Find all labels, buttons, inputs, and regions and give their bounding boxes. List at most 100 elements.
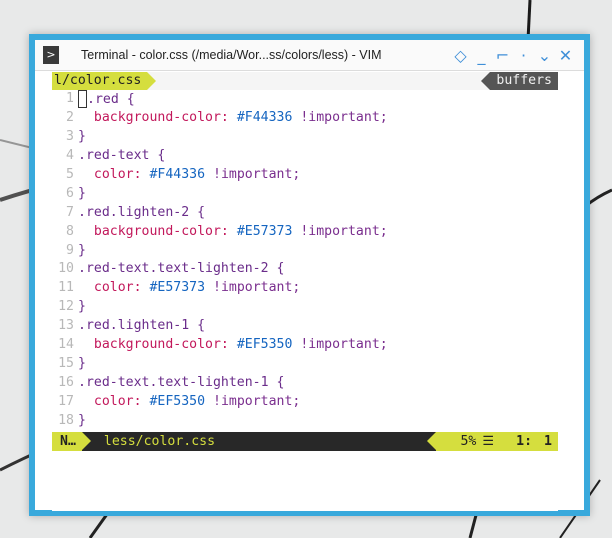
code-line[interactable]: 1 .red { [52,90,558,109]
css-selector: } [78,185,86,201]
css-important: !important; [300,337,388,353]
line-number: 18 [58,412,74,428]
terminal-window: > Terminal - color.css (/media/Wor...ss/… [29,34,590,516]
code-line[interactable]: 11 color: #E57373 !important; [52,279,558,298]
percent-indicator: 5% [460,433,477,449]
css-important: !important; [300,223,388,239]
line-text: .red-text.text-lighten-1 { [78,374,284,393]
css-selector: } [78,412,86,428]
code-line[interactable]: 7 .red.lighten-2 { [52,204,558,223]
css-selector: } [78,356,86,372]
rollup-icon[interactable]: ⌄ [534,46,555,65]
text-cursor [78,90,87,108]
css-selector: } [78,299,86,315]
css-value: #E57373 [149,280,206,296]
css-value: #EF5350 [236,337,293,353]
code-line[interactable]: 4 .red-text { [52,147,558,166]
code-line[interactable]: 17 color: #EF5350 !important; [52,393,558,412]
close-icon[interactable]: ✕ [555,46,576,65]
line-text: color: #F44336 !important; [78,166,300,185]
css-property: background-color: [93,223,229,239]
vim-editor[interactable]: l/color.css buffers 1 .red { 2 background-… [52,72,558,511]
code-line[interactable]: 2 background-color: #F44336 !important; [52,109,558,128]
code-line[interactable]: 12} [52,298,558,317]
line-number: 3 [66,128,74,144]
line-number: 8 [66,223,74,239]
line-number: 16 [58,375,74,391]
window-title: Terminal - color.css (/media/Wor...ss/co… [81,48,382,62]
line-number: 12 [58,299,74,315]
terminal-app-icon[interactable]: > [43,46,59,64]
line-text: } [78,298,86,317]
css-selector: .red { [87,92,135,107]
code-line[interactable]: 5 color: #F44336 !important; [52,166,558,185]
window-controls: ◇ _ ⌐ · ⌄ ✕ [450,46,576,65]
css-property: background-color: [93,109,229,125]
line-number: 7 [66,204,74,220]
vim-tabline: l/color.css buffers [52,72,558,90]
css-property: background-color: [93,337,229,353]
css-selector: } [78,242,86,258]
css-selector: .red-text.text-lighten-2 { [78,261,285,277]
cursor-line: 1: [516,433,533,449]
line-text: background-color: #E57373 !important; [78,223,388,242]
line-number: 6 [66,185,74,201]
css-value: #E57373 [236,223,293,239]
line-text: .red.lighten-1 { [78,317,205,336]
code-line[interactable]: 6} [52,185,558,204]
css-selector: .red-text { [78,147,166,163]
tab-active-file[interactable]: l/color.css [52,72,157,90]
line-number: 2 [66,109,74,125]
line-number: 4 [66,147,74,163]
line-text: background-color: #F44336 !important; [78,109,388,128]
code-line[interactable]: 15} [52,355,558,374]
css-value: #F44336 [149,166,206,182]
window-titlebar[interactable]: > Terminal - color.css (/media/Wor...ss/… [35,40,584,71]
line-text: } [78,412,86,431]
code-line[interactable]: 13 .red.lighten-1 { [52,317,558,336]
line-text: .red-text.text-lighten-2 { [78,260,284,279]
tab-buffers-label[interactable]: buffers [481,72,558,90]
line-text: .red-text { [78,147,165,166]
line-number: 10 [58,261,74,277]
line-number: 15 [58,356,74,372]
line-number: 1 [66,91,74,106]
css-important: !important; [213,394,301,409]
vim-command-line[interactable] [52,450,558,511]
sticky-icon[interactable]: ◇ [450,46,471,65]
code-line[interactable]: 16 .red-text.text-lighten-1 { [52,374,558,393]
css-property: color: [93,280,142,296]
line-number: 5 [66,166,74,182]
code-line[interactable]: 3} [52,128,558,147]
line-number-icon: ☰ [482,433,495,449]
css-important: !important; [213,280,301,296]
code-area[interactable]: 1 .red { 2 background-color: #F44336 !impo… [52,90,558,431]
line-number: 17 [58,394,74,409]
css-selector: } [78,128,86,144]
line-number: 13 [58,318,74,334]
shade-icon[interactable]: · [513,46,534,65]
css-value: #EF5350 [149,394,206,409]
maximize-icon[interactable]: ⌐ [492,46,513,65]
statusline-filename: less/color.css [103,433,216,449]
mode-indicator: N… [52,431,91,451]
line-text: .red.lighten-2 { [78,204,205,223]
line-text: } [78,242,86,261]
code-line[interactable]: 14 background-color: #EF5350 !important; [52,336,558,355]
line-number: 11 [58,280,74,296]
vim-statusline: N… less/color.css 5% ☰ 1: 1 [52,431,558,451]
css-important: !important; [213,166,301,182]
minimize-icon[interactable]: _ [471,46,492,65]
line-number: 14 [58,337,74,353]
line-text: color: #EF5350 !important; [78,393,300,412]
line-text: background-color: #EF5350 !important; [78,336,388,355]
css-property: color: [93,394,142,409]
css-property: color: [93,166,142,182]
code-line[interactable]: 9} [52,242,558,261]
css-value: #F44336 [236,109,293,125]
terminal-content[interactable]: l/color.css buffers 1 .red { 2 background-… [35,71,584,511]
code-line[interactable]: 8 background-color: #E57373 !important; [52,223,558,242]
css-selector: .red-text.text-lighten-1 { [78,375,285,391]
code-line[interactable]: 10 .red-text.text-lighten-2 { [52,260,558,279]
code-line[interactable]: 18} [52,412,558,431]
